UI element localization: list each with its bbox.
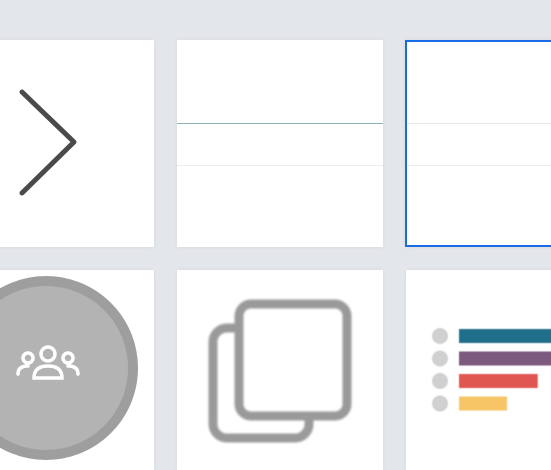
row-rule <box>177 165 383 166</box>
legend-bar <box>459 396 507 411</box>
legend-bar <box>459 351 551 366</box>
legend-dot <box>432 373 448 389</box>
legend-bar <box>459 374 538 388</box>
group-users-icon <box>16 345 80 380</box>
legend-dot <box>432 350 448 367</box>
table-layout-tile[interactable] <box>177 40 383 247</box>
bar-legend-icon <box>432 328 551 412</box>
copy-tile[interactable] <box>177 270 383 470</box>
header-rule <box>407 123 551 124</box>
chevron-tile[interactable] <box>0 40 154 247</box>
legend-dot <box>432 328 448 344</box>
bar-legend-tile[interactable] <box>406 270 551 470</box>
copy-icon <box>208 299 352 443</box>
legend-bar <box>459 329 551 343</box>
chevron-right-icon <box>19 89 77 196</box>
table-layout-tile-selected[interactable] <box>405 40 551 247</box>
header-rule <box>177 123 383 124</box>
group-tile[interactable] <box>0 270 154 470</box>
row-rule <box>407 165 551 166</box>
legend-dot <box>432 395 448 412</box>
